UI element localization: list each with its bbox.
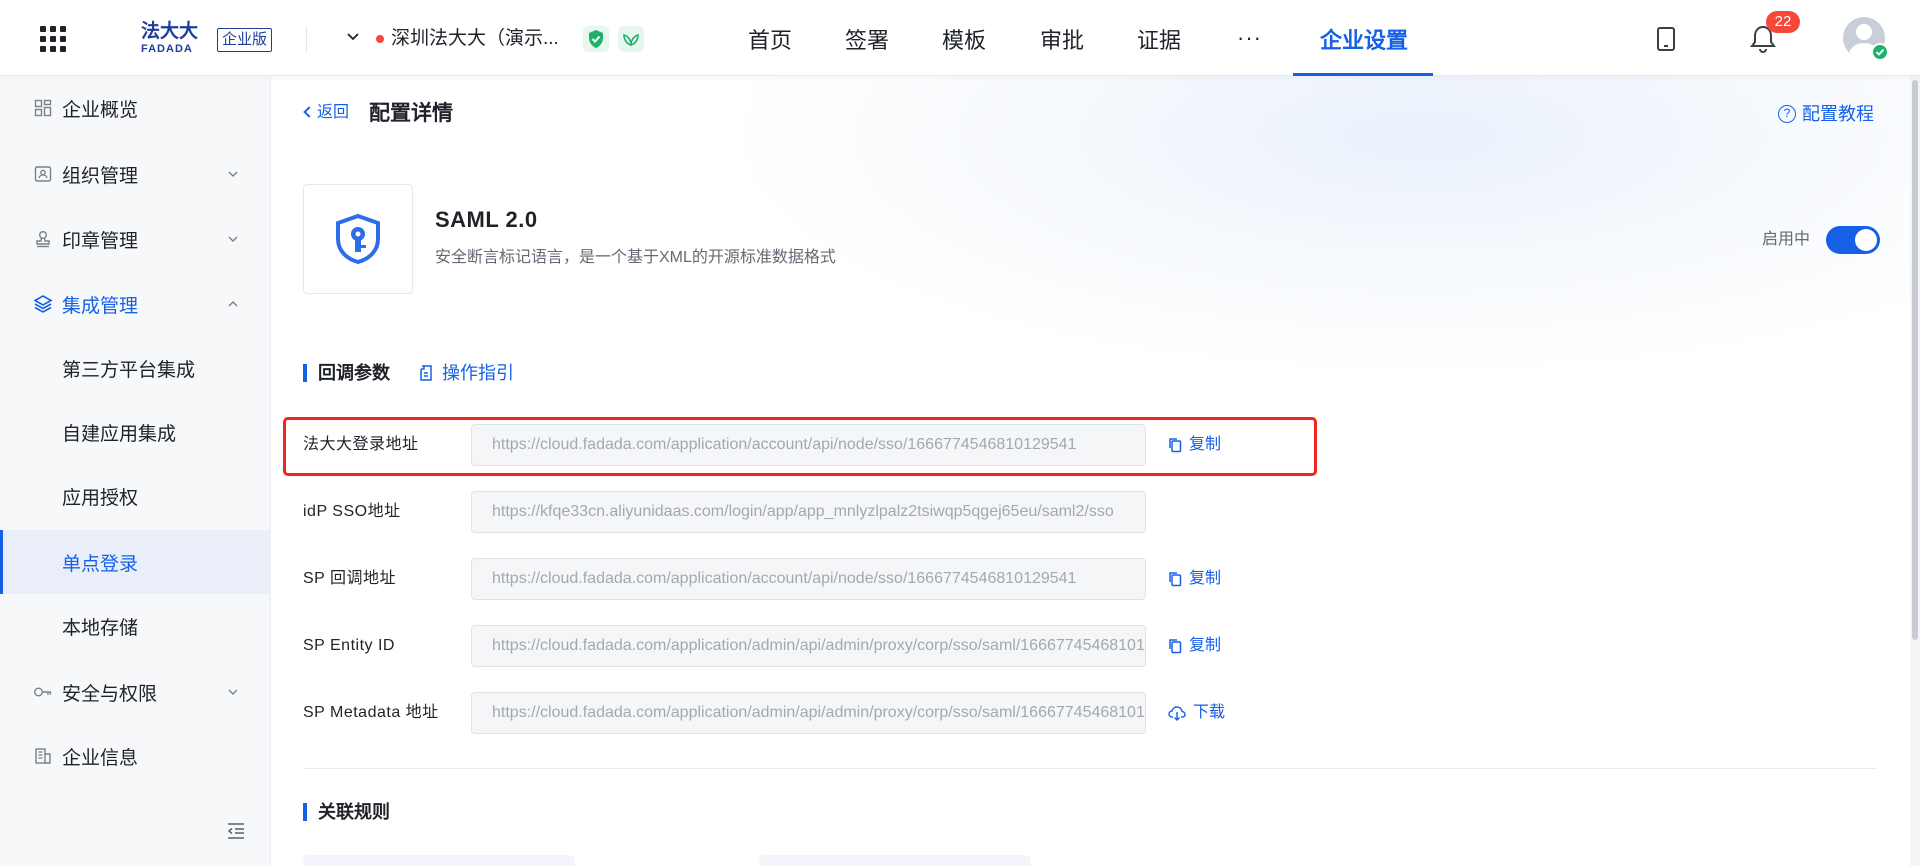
- nav-evidence[interactable]: 证据: [1137, 26, 1181, 56]
- sidebar-item-integration[interactable]: 集成管理: [0, 272, 270, 336]
- nav-approval[interactable]: 审批: [1040, 26, 1084, 56]
- sidebar-item-label: 企业概览: [62, 99, 139, 121]
- copy-icon: [1169, 639, 1182, 654]
- idp-sso-url-label: idP SSO地址: [303, 503, 401, 520]
- enable-toggle[interactable]: [1826, 226, 1880, 254]
- sidebar-item-organization[interactable]: 组织管理: [0, 142, 270, 206]
- sidebar-item-label: 自建应用集成: [62, 423, 177, 445]
- sidebar-item-label: 企业信息: [62, 747, 139, 769]
- app-description: 安全断言标记语言，是一个基于XML的开源标准数据格式: [435, 249, 836, 266]
- back-link[interactable]: 返回: [303, 103, 349, 123]
- sidebar-item-enterprise-info[interactable]: 企业信息: [0, 724, 270, 788]
- sidebar-item-label: 应用授权: [62, 487, 139, 509]
- notification-count-badge: 22: [1766, 11, 1800, 33]
- building-icon: [33, 746, 53, 766]
- org-icon: [33, 164, 53, 184]
- enabled-status-label: 启用中: [1762, 231, 1811, 248]
- sidebar-item-label: 第三方平台集成: [62, 359, 196, 381]
- sidebar: 企业概览 组织管理 印章管理 集成管理 第三方平台集成 自建应用集成 应用授权 …: [0, 76, 271, 866]
- copy-sp-entity-id-button[interactable]: 复制: [1168, 636, 1221, 656]
- nav-templates[interactable]: 模板: [942, 26, 986, 56]
- sidebar-item-label: 安全与权限: [62, 683, 158, 705]
- sp-entity-id-field[interactable]: https://cloud.fadada.com/application/adm…: [471, 625, 1146, 667]
- idp-sso-url-field[interactable]: https://kfqe33cn.aliyunidaas.com/login/a…: [471, 491, 1146, 533]
- page-title: 配置详情: [369, 102, 453, 125]
- sidebar-item-custom-app-integration[interactable]: 自建应用集成: [0, 400, 270, 464]
- sidebar-item-sso[interactable]: 单点登录: [0, 530, 270, 594]
- org-status-dot: [376, 35, 384, 43]
- app-grid-icon[interactable]: [40, 26, 66, 52]
- question-icon: ?: [1778, 105, 1796, 123]
- nav-sign[interactable]: 签署: [845, 26, 889, 56]
- rule-card[interactable]: [759, 855, 1031, 866]
- key-icon: [33, 682, 53, 702]
- app-logo-card: [303, 184, 413, 294]
- verified-check-icon: [1871, 43, 1889, 61]
- sidebar-item-label: 本地存储: [62, 617, 139, 639]
- sp-metadata-url-field[interactable]: https://cloud.fadada.com/application/adm…: [471, 692, 1146, 734]
- download-sp-metadata-button[interactable]: 下载: [1168, 703, 1225, 723]
- operation-guide-link[interactable]: 操作指引: [417, 361, 514, 385]
- main-content: 返回 配置详情 ? 配置教程 SAML 2.0 安全断言标记语言，是一个基于XML…: [272, 76, 1920, 866]
- config-tutorial-link[interactable]: ? 配置教程: [1778, 102, 1874, 126]
- copy-icon: [1169, 572, 1182, 587]
- guide-doc-icon: [420, 365, 432, 381]
- nav-home[interactable]: 首页: [748, 26, 792, 56]
- chevron-down-icon: [228, 689, 238, 695]
- sidebar-item-label: 印章管理: [62, 230, 139, 252]
- sp-callback-url-label: SP 回调地址: [303, 570, 397, 587]
- sidebar-item-app-authorization[interactable]: 应用授权: [0, 464, 270, 528]
- sidebar-item-label: 组织管理: [62, 165, 139, 187]
- chevron-down-icon[interactable]: [346, 30, 360, 44]
- copy-login-url-button[interactable]: 复制: [1168, 435, 1221, 455]
- chevron-left-icon: [303, 106, 315, 118]
- sp-metadata-url-label: SP Metadata 地址: [303, 704, 439, 721]
- chevron-down-icon: [228, 236, 238, 242]
- seal-icon: [33, 229, 53, 249]
- org-switcher[interactable]: 深圳法大大（演示...: [391, 27, 559, 51]
- saml-key-shield-icon: [336, 214, 380, 264]
- sidebar-item-label: 集成管理: [62, 295, 139, 317]
- copy-icon: [1169, 438, 1182, 453]
- sidebar-item-label: 单点登录: [62, 553, 139, 575]
- sidebar-item-local-storage[interactable]: 本地存储: [0, 594, 270, 658]
- login-url-label: 法大大登录地址: [303, 436, 419, 453]
- collapse-sidebar-icon[interactable]: [226, 822, 246, 840]
- app-name: SAML 2.0: [435, 207, 538, 232]
- nav-active-indicator: [1293, 73, 1433, 76]
- scrollbar-thumb[interactable]: [1912, 80, 1918, 640]
- top-navigation-bar: 法大大 FADADA 企业版 深圳法大大（演示... 首页 签署 模板 审批 证…: [0, 0, 1920, 76]
- sidebar-item-security[interactable]: 安全与权限: [0, 660, 270, 724]
- header-divider: [306, 26, 307, 52]
- fadada-logo[interactable]: 法大大 FADADA: [141, 21, 209, 57]
- layers-icon: [33, 294, 53, 314]
- rule-card[interactable]: [303, 855, 575, 866]
- more-icon[interactable]: ···: [1237, 26, 1262, 50]
- verified-shield-icon: [583, 26, 609, 52]
- mobile-icon[interactable]: [1657, 27, 1675, 51]
- callback-params-title: 回调参数: [303, 361, 390, 385]
- sp-entity-id-label: SP Entity ID: [303, 637, 395, 654]
- login-url-field[interactable]: https://cloud.fadada.com/application/acc…: [471, 424, 1146, 466]
- section-divider: [303, 768, 1877, 769]
- chevron-down-icon: [228, 171, 238, 177]
- copy-sp-callback-url-button[interactable]: 复制: [1168, 569, 1221, 589]
- chevron-up-icon: [228, 301, 238, 307]
- nav-enterprise-settings[interactable]: 企业设置: [1320, 26, 1408, 56]
- green-leaf-icon: [618, 26, 644, 52]
- related-rules-title: 关联规则: [303, 800, 390, 824]
- sp-callback-url-field[interactable]: https://cloud.fadada.com/application/acc…: [471, 558, 1146, 600]
- overview-icon: [33, 98, 53, 118]
- cloud-download-icon: [1168, 706, 1186, 721]
- enterprise-edition-badge: 企业版: [217, 28, 273, 52]
- sidebar-item-third-party-integration[interactable]: 第三方平台集成: [0, 336, 270, 400]
- sidebar-item-overview[interactable]: 企业概览: [0, 76, 270, 140]
- sidebar-item-seals[interactable]: 印章管理: [0, 207, 270, 271]
